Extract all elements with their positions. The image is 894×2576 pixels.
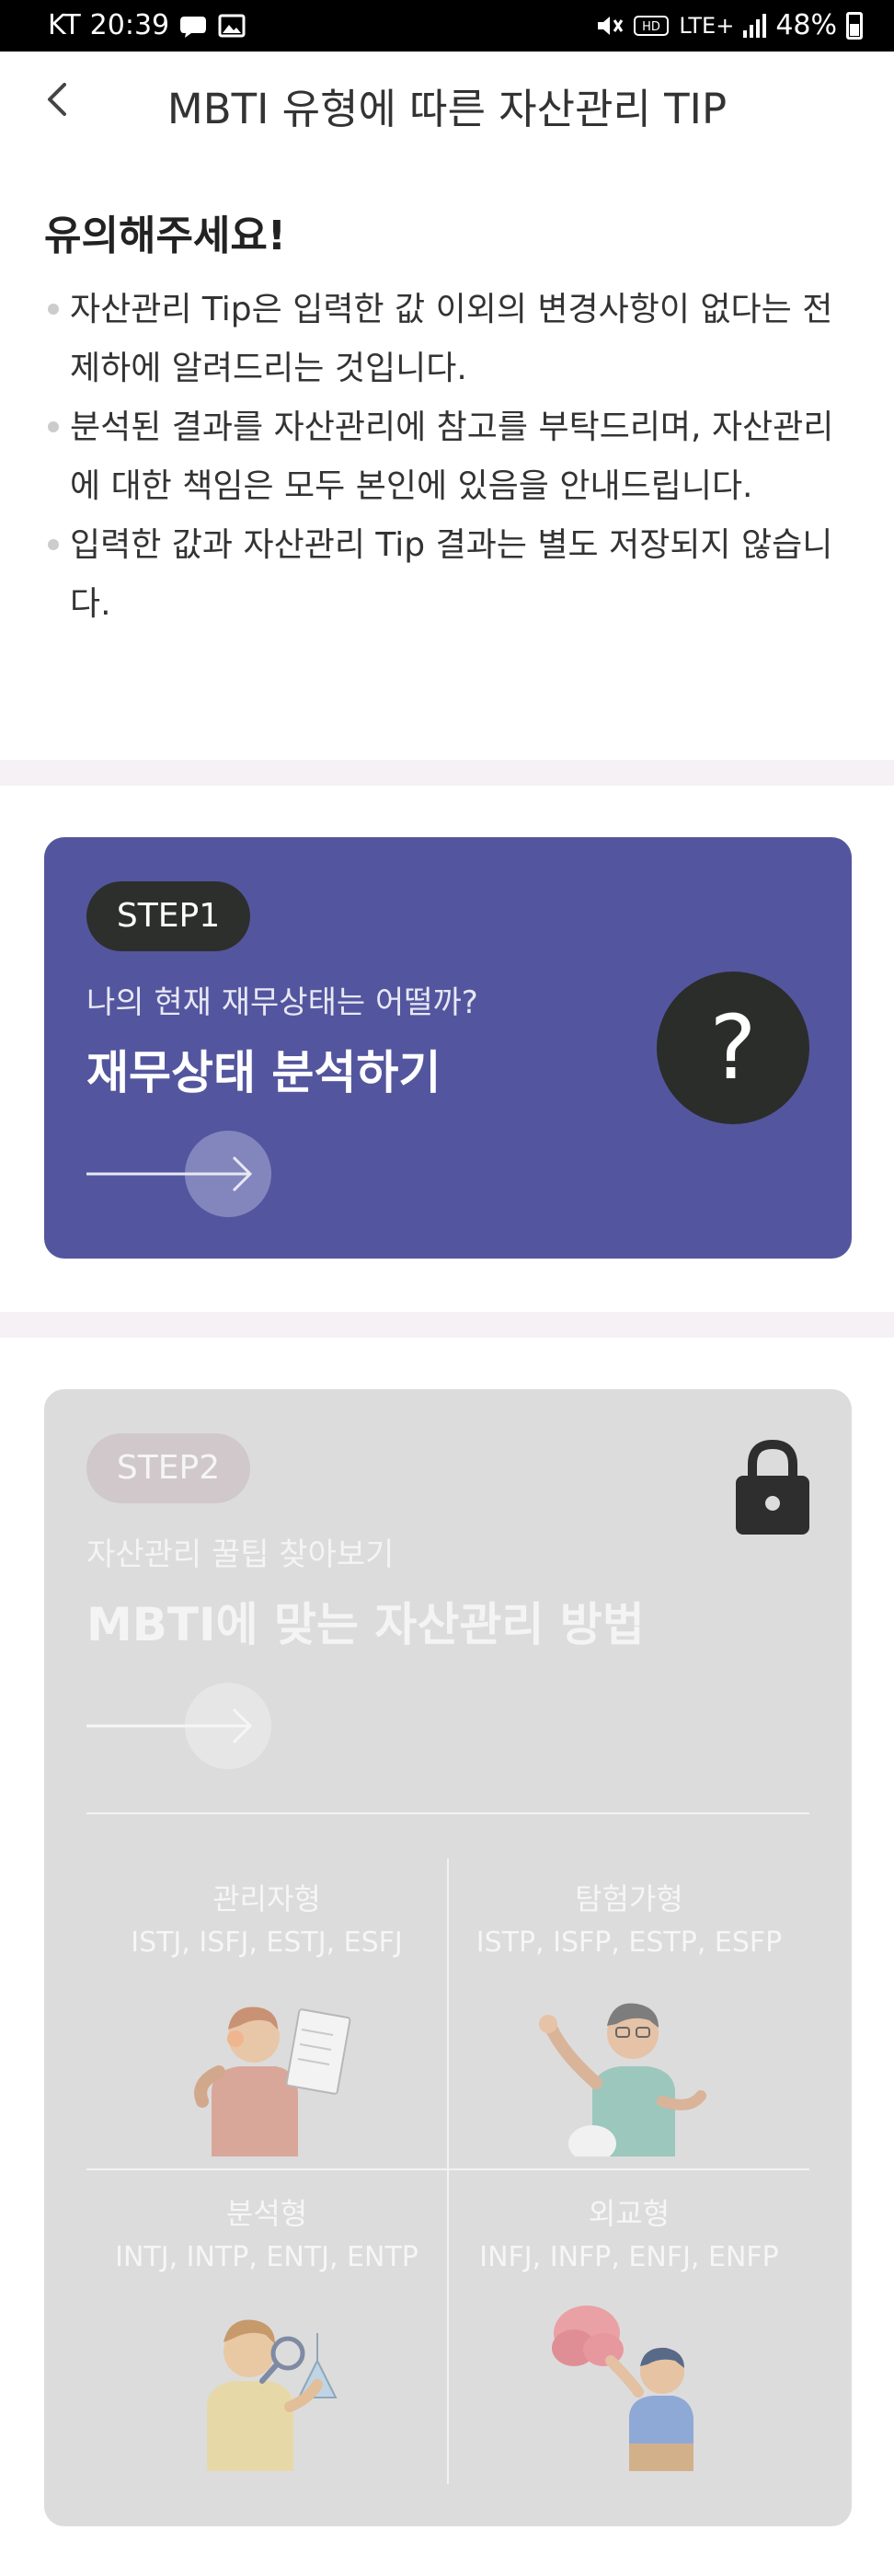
svg-text:HD: HD <box>642 20 660 34</box>
step2-subtitle: 자산관리 꿀팁 찾아보기 <box>86 1536 395 1573</box>
type-codes: INTJ, INTP, ENTJ, ENTP <box>115 2241 418 2273</box>
app-header: MBTI 유형에 따른 자산관리 TIP <box>0 52 894 153</box>
lock-icon <box>736 1439 809 1535</box>
status-left: KT 20:39 <box>48 9 246 41</box>
arrow-right-icon <box>86 1131 271 1217</box>
step2-pill: STEP2 <box>86 1433 250 1503</box>
mbti-type-diplomat: 외교형 INFJ, INFP, ENFJ, ENFP <box>449 2193 809 2471</box>
step1-go-button[interactable] <box>86 1130 298 1218</box>
step1-subtitle: 나의 현재 재무상태는 어떨까? <box>86 984 478 1021</box>
carrier: KT <box>48 9 81 41</box>
chat-bubble-icon <box>180 16 207 38</box>
notice-item: 입력한 값과 자산관리 Tip 결과는 별도 저장되지 않습니다. <box>44 516 854 634</box>
section-divider <box>0 760 894 786</box>
type-codes: ISTP, ISFP, ESTP, ESFP <box>476 1926 783 1959</box>
divider <box>86 1812 809 1814</box>
step2-card: STEP2 자산관리 꿀팁 찾아보기 MBTI에 맞는 자산관리 방법 관리자형… <box>44 1389 852 2526</box>
notice-item: 자산관리 Tip은 입력한 값 이외의 변경사항이 없다는 전제하에 알려드리는… <box>44 281 854 398</box>
status-bar: KT 20:39 HD LTE+ 48% <box>0 0 894 52</box>
battery-percent: 48% <box>775 9 837 41</box>
grid-divider <box>86 2168 809 2170</box>
analyst-illustration <box>207 2319 338 2471</box>
section-divider <box>0 1312 894 1338</box>
mbti-type-explorer: 탐험가형 ISTP, ISFP, ESTP, ESFP <box>449 1879 809 2156</box>
step1-title: 재무상태 분석하기 <box>86 1046 441 1099</box>
step1-pill: STEP1 <box>86 881 250 951</box>
page-title: MBTI 유형에 따른 자산관리 TIP <box>166 85 728 133</box>
hd-icon: HD <box>634 15 670 36</box>
clock: 20:39 <box>89 9 170 41</box>
mbti-type-analyst: 분석형 INTJ, INTP, ENTJ, ENTP <box>86 2193 447 2471</box>
manager-illustration <box>194 2007 351 2156</box>
signal-icon <box>743 13 767 38</box>
step2-title: MBTI에 맞는 자산관리 방법 <box>86 1598 645 1651</box>
notice-item: 분석된 결과를 자산관리에 참고를 부탁드리며, 자산관리에 대한 책임은 모두… <box>44 398 854 516</box>
type-codes: INFJ, INFP, ENFJ, ENFP <box>479 2241 779 2273</box>
notice-list: 자산관리 Tip은 입력한 값 이외의 변경사항이 없다는 전제하에 알려드리는… <box>44 281 854 634</box>
notice-title: 유의해주세요! <box>44 213 286 259</box>
step1-card[interactable]: STEP1 나의 현재 재무상태는 어떨까? 재무상태 분석하기 ? <box>44 837 852 1259</box>
battery-icon <box>846 11 863 40</box>
type-name: 외교형 <box>588 2196 670 2231</box>
mute-icon <box>598 16 624 35</box>
gallery-icon <box>218 14 246 37</box>
type-name: 관리자형 <box>212 1881 321 1916</box>
type-name: 탐험가형 <box>575 1881 683 1916</box>
type-name: 분석형 <box>225 2196 308 2231</box>
mbti-type-manager: 관리자형 ISTJ, ISFJ, ESTJ, ESFJ <box>86 1879 447 2156</box>
status-right: HD LTE+ 48% <box>594 9 863 41</box>
explorer-illustration <box>539 2003 706 2156</box>
step2-go-button <box>86 1682 298 1770</box>
arrow-right-icon <box>86 1683 271 1769</box>
question-mark-icon: ? <box>657 972 809 1124</box>
diplomat-illustration <box>552 2306 693 2471</box>
type-codes: ISTJ, ISFJ, ESTJ, ESFJ <box>131 1926 403 1959</box>
network-type: LTE+ <box>679 12 735 39</box>
